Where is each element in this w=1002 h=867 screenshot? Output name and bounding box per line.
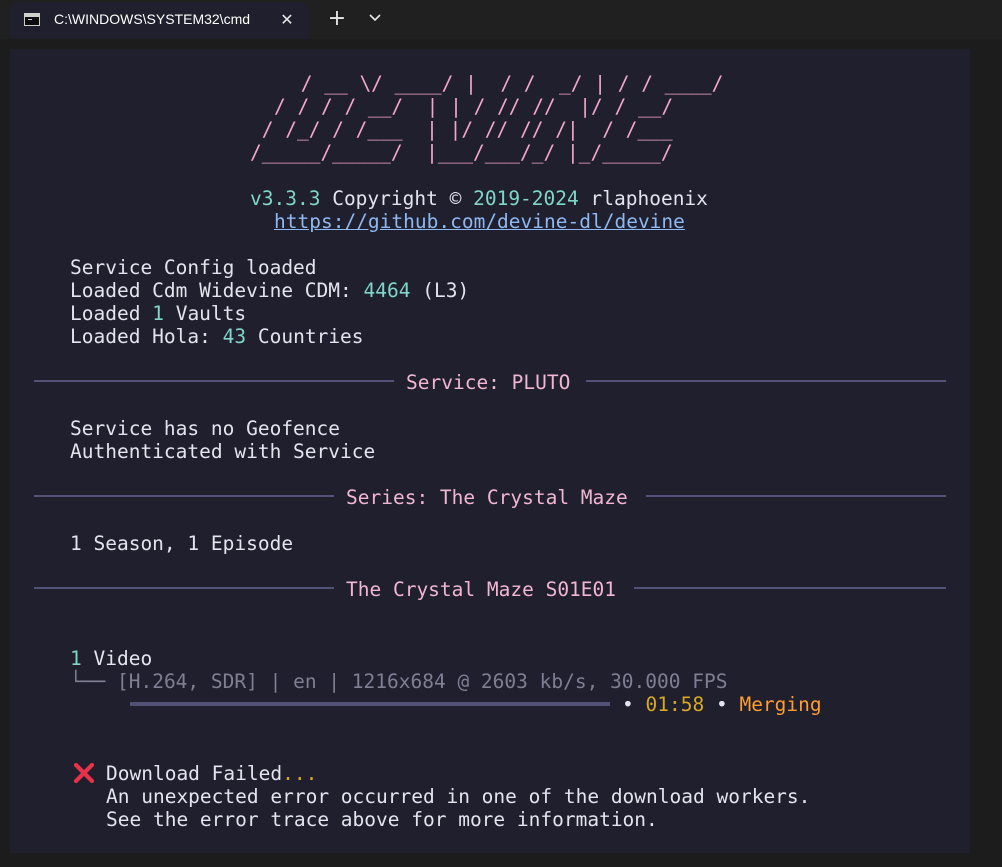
progress-status-line: • 01:58 • Merging <box>622 693 822 716</box>
tab-title: C:\WINDOWS\SYSTEM32\cmd <box>54 11 251 27</box>
fail-title: Download Failed <box>106 762 283 785</box>
auth-line: Authenticated with Service <box>70 440 376 463</box>
repo-link[interactable]: https://github.com/devine-dl/devine <box>274 210 685 233</box>
cross-mark-icon <box>73 763 95 783</box>
copyright-years: 2019-2024 <box>473 187 579 210</box>
tree-connector: └── <box>70 670 106 693</box>
tab-cmd[interactable]: C:\WINDOWS\SYSTEM32\cmd ✕ <box>10 2 308 39</box>
bullet: • <box>622 693 634 716</box>
rule-right <box>646 495 946 497</box>
vaults-prefix: Loaded <box>70 302 141 325</box>
vaults-line: Loaded 1 Vaults <box>70 302 246 325</box>
video-count-line: 1 Video <box>70 647 152 670</box>
cdm-level: (L3) <box>422 279 470 302</box>
track-line: └── [H.264, SDR] | en | 1216x684 @ 2603 … <box>70 670 727 693</box>
logo-line-3: / /_/ / /___ | |/ // // /| / /___ <box>250 118 673 141</box>
version: v3.3.3 <box>250 187 321 210</box>
track-info: [H.264, SDR] | en | 1216x684 @ 2603 kb/s… <box>116 670 728 693</box>
plus-icon[interactable]: + <box>322 4 352 34</box>
geofence-line: Service has no Geofence <box>70 417 341 440</box>
bullet: • <box>715 693 728 716</box>
video-count: 1 <box>70 647 82 670</box>
version-line: v3.3.3 Copyright © 2019-2024 rlaphoenix <box>250 187 708 210</box>
vaults-suffix: Vaults <box>175 302 247 325</box>
status-text: Merging <box>739 693 822 716</box>
hola-prefix: Loaded Hola: <box>70 325 211 348</box>
error-line-2: See the error trace above for more infor… <box>106 808 658 831</box>
error-line-1: An unexpected error occurred in one of t… <box>106 785 811 808</box>
rule-left <box>34 587 334 589</box>
service-config-line: Service Config loaded <box>70 256 317 279</box>
console-icon <box>24 13 40 26</box>
cdm-prefix: Loaded Cdm Widevine CDM: <box>70 279 352 302</box>
elapsed-time: 01:58 <box>645 693 705 716</box>
service-heading: Service: PLUTO <box>406 371 571 394</box>
episode-heading: The Crystal Maze S01E01 <box>346 578 617 601</box>
logo-line-1: / __ \/ ____/ | / / _/ | / / ____/ <box>289 72 724 95</box>
terminal-output[interactable]: / __ \/ ____/ | / / _/ | / / ____/ / / /… <box>10 49 970 853</box>
close-icon[interactable]: ✕ <box>274 7 300 33</box>
series-heading: Series: The Crystal Maze <box>346 486 628 509</box>
rule-right <box>634 587 946 589</box>
title-bar: C:\WINDOWS\SYSTEM32\cmd ✕ + <box>0 0 1002 39</box>
progress-bar <box>130 702 610 706</box>
cdm-line: Loaded Cdm Widevine CDM: 4464 (L3) <box>70 279 469 302</box>
rule-left <box>34 380 394 382</box>
cdm-id: 4464 <box>363 279 411 302</box>
vaults-count: 1 <box>152 302 164 325</box>
fail-line: Download Failed... <box>106 762 317 785</box>
copyright-word: Copyright © <box>332 187 462 210</box>
video-label: Video <box>93 647 153 670</box>
fail-ellipsis: ... <box>282 762 318 785</box>
season-episode-count: 1 Season, 1 Episode <box>70 532 294 555</box>
rule-right <box>586 380 946 382</box>
logo-line-2: / / / / __/ | | / // // |/ / __/ <box>274 95 674 118</box>
hola-count: 43 <box>222 325 247 348</box>
rule-left <box>34 495 334 497</box>
hola-line: Loaded Hola: 43 Countries <box>70 325 364 348</box>
chevron-down-icon[interactable] <box>362 4 388 34</box>
author: rlaphoenix <box>590 187 708 210</box>
logo-line-4: /_____/_____/ |___/___/_/ |_/_____/ <box>250 141 673 164</box>
hola-suffix: Countries <box>257 325 364 348</box>
